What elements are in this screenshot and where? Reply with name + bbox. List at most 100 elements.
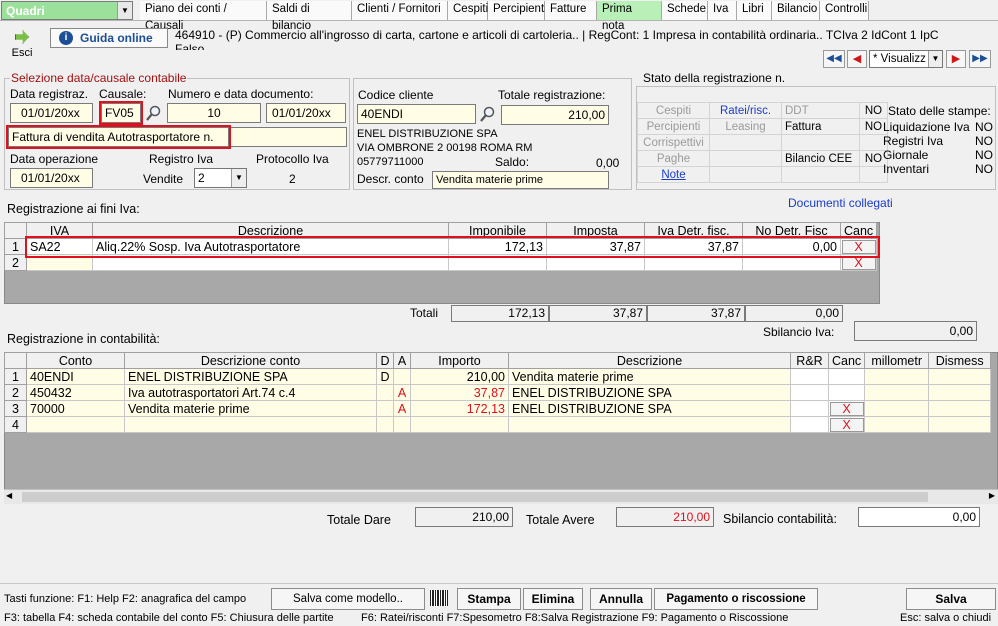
annulla-button[interactable]: Annulla bbox=[590, 588, 652, 610]
conta-column-header[interactable]: A bbox=[393, 352, 411, 369]
conta-cell-descr[interactable] bbox=[124, 416, 377, 433]
status-cell[interactable]: Corrispettivi bbox=[637, 134, 710, 151]
tab-controlli[interactable]: Controlli bbox=[820, 1, 869, 20]
registro-select[interactable]: 2 ▼ bbox=[194, 168, 247, 188]
iva-cell-nodetr[interactable] bbox=[742, 254, 841, 271]
iva-column-header[interactable]: Canc bbox=[839, 222, 878, 239]
tab-bilancio[interactable]: Bilancio bbox=[772, 1, 820, 20]
tab-percipienti[interactable]: Percipienti bbox=[488, 1, 547, 20]
iva-row[interactable]: 2X bbox=[4, 254, 878, 271]
conta-cell-d[interactable] bbox=[376, 384, 394, 401]
salva-button[interactable]: Salva bbox=[906, 588, 996, 610]
view-select[interactable]: * Visualizz ▼ bbox=[869, 50, 943, 68]
quadri-select[interactable]: Quadri ▼ bbox=[1, 1, 133, 20]
causale-field[interactable]: FV05 bbox=[99, 101, 143, 125]
status-cell[interactable]: Leasing bbox=[709, 118, 782, 135]
iva-column-header[interactable]: Imponibile bbox=[448, 222, 547, 239]
conta-cell-rr[interactable] bbox=[790, 416, 829, 433]
conta-column-header[interactable]: Descrizione conto bbox=[124, 352, 377, 369]
status-cell[interactable]: Percipienti bbox=[637, 118, 710, 135]
stampa-button[interactable]: Stampa bbox=[457, 588, 521, 610]
barcode-icon[interactable] bbox=[430, 590, 448, 606]
datadoc-field[interactable]: 01/01/20xx bbox=[266, 103, 346, 123]
documenti-collegati-link[interactable]: Documenti collegati bbox=[788, 196, 893, 210]
delete-row-button[interactable]: X bbox=[829, 417, 864, 432]
conta-column-header[interactable]: Canc bbox=[827, 352, 866, 369]
client-code-field[interactable]: 40ENDI bbox=[357, 104, 476, 124]
prev-record-button[interactable]: ◀ bbox=[847, 50, 867, 68]
delete-row-button[interactable]: X bbox=[829, 401, 864, 416]
status-cell[interactable]: Fattura bbox=[781, 118, 860, 135]
tab-piano-dei-conti-causali[interactable]: Piano dei conti / Causali bbox=[140, 1, 267, 32]
note-link[interactable]: Note bbox=[637, 166, 710, 183]
conta-cell-a[interactable]: A bbox=[393, 400, 411, 417]
salva-modello-button[interactable]: Salva come modello.. bbox=[271, 588, 425, 610]
conta-cell-rr[interactable] bbox=[790, 384, 829, 401]
conta-cell-a[interactable]: A bbox=[393, 384, 411, 401]
conta-cell-d[interactable] bbox=[376, 400, 394, 417]
conta-cell-dismess[interactable] bbox=[928, 368, 992, 385]
data-op-field[interactable]: 01/01/20xx bbox=[10, 168, 93, 188]
conta-cell-descrizione[interactable]: ENEL DISTRIBUZIONE SPA bbox=[508, 384, 791, 401]
status-cell[interactable]: Ratei/risc. bbox=[709, 102, 782, 119]
search-icon[interactable] bbox=[145, 104, 163, 122]
numdoc-field[interactable]: 10 bbox=[167, 103, 261, 123]
conta-cell-conto[interactable]: 70000 bbox=[26, 400, 125, 417]
conta-column-header[interactable]: R&R bbox=[790, 352, 829, 369]
conta-column-header[interactable]: D bbox=[376, 352, 394, 369]
conta-cell-descrizione[interactable] bbox=[508, 416, 791, 433]
iva-cell-descr[interactable] bbox=[92, 254, 449, 271]
last-record-button[interactable]: ▶▶ bbox=[969, 50, 991, 68]
first-record-button[interactable]: ◀◀ bbox=[823, 50, 845, 68]
conta-cell-millometr[interactable] bbox=[864, 384, 930, 401]
pagamento-button[interactable]: Pagamento o riscossione bbox=[654, 588, 818, 610]
conta-cell-descrizione[interactable]: ENEL DISTRIBUZIONE SPA bbox=[508, 400, 791, 417]
iva-column-header[interactable]: Descrizione bbox=[92, 222, 449, 239]
horizontal-scrollbar[interactable]: ◀ ▶ bbox=[4, 489, 998, 504]
conta-cell-conto[interactable]: 40ENDI bbox=[26, 368, 125, 385]
guida-online-button[interactable]: i Guida online bbox=[50, 28, 168, 48]
tab-clienti-fornitori[interactable]: Clienti / Fornitori bbox=[352, 1, 448, 20]
iva-column-header[interactable]: Iva Detr. fisc. bbox=[644, 222, 743, 239]
conta-cell-dismess[interactable] bbox=[928, 384, 992, 401]
conta-column-header[interactable]: Conto bbox=[26, 352, 125, 369]
conta-column-header[interactable]: Dismess bbox=[928, 352, 992, 369]
iva-column-header[interactable]: Imposta bbox=[546, 222, 645, 239]
conta-row[interactable]: 2 450432 Iva autotrasportatori Art.74 c.4 A… bbox=[4, 384, 992, 401]
status-cell[interactable]: Paghe bbox=[637, 150, 710, 167]
descr-conto-field[interactable]: Vendita materie prime bbox=[432, 171, 609, 189]
scroll-right-icon[interactable]: ▶ bbox=[989, 491, 995, 500]
conta-row[interactable]: 1 40ENDI ENEL DISTRIBUZIONE SPA D 210,00 Vend… bbox=[4, 368, 992, 385]
scroll-thumb[interactable] bbox=[22, 492, 928, 502]
conta-cell-dismess[interactable] bbox=[928, 400, 992, 417]
conta-cell-descr[interactable]: Vendita materie prime bbox=[124, 400, 377, 417]
elimina-button[interactable]: Elimina bbox=[523, 588, 583, 610]
next-record-button[interactable]: ▶ bbox=[946, 50, 966, 68]
conta-cell-rr[interactable] bbox=[790, 368, 829, 385]
conta-row[interactable]: 3 70000 Vendita materie prime A 172,13 ENEL D… bbox=[4, 400, 992, 417]
conta-cell-conto[interactable] bbox=[26, 416, 125, 433]
iva-column-header[interactable]: No Detr. Fisc bbox=[742, 222, 841, 239]
delete-row-button[interactable]: X bbox=[841, 255, 876, 270]
conta-cell-descrizione[interactable]: Vendita materie prime bbox=[508, 368, 791, 385]
status-cell[interactable]: Bilancio CEE bbox=[781, 150, 860, 167]
conta-column-header[interactable]: Importo bbox=[410, 352, 509, 369]
conta-cell-a[interactable] bbox=[393, 368, 411, 385]
conta-cell-d[interactable] bbox=[376, 416, 394, 433]
conta-column-header[interactable]: millometr bbox=[864, 352, 930, 369]
conta-cell-millometr[interactable] bbox=[864, 400, 930, 417]
conta-cell-descr[interactable]: Iva autotrasportatori Art.74 c.4 bbox=[124, 384, 377, 401]
tab-iva[interactable]: Iva bbox=[708, 1, 737, 20]
search-icon[interactable] bbox=[479, 105, 497, 123]
causale-description-field[interactable]: Fattura di vendita Autotrasportatore n. bbox=[6, 125, 231, 149]
iva-cell-imposta[interactable] bbox=[546, 254, 645, 271]
tab-libri[interactable]: Libri bbox=[737, 1, 772, 20]
tab-saldi-di-bilancio[interactable]: Saldi di bilancio bbox=[267, 1, 352, 32]
esci-button[interactable]: Esci bbox=[4, 27, 40, 65]
conta-cell-importo[interactable]: 210,00 bbox=[410, 368, 509, 385]
data-reg-field[interactable]: 01/01/20xx bbox=[10, 103, 93, 123]
scroll-left-icon[interactable]: ◀ bbox=[6, 491, 12, 500]
iva-column-header[interactable]: IVA bbox=[26, 222, 93, 239]
conta-cell-importo[interactable]: 172,13 bbox=[410, 400, 509, 417]
conta-cell-rr[interactable] bbox=[790, 400, 829, 417]
